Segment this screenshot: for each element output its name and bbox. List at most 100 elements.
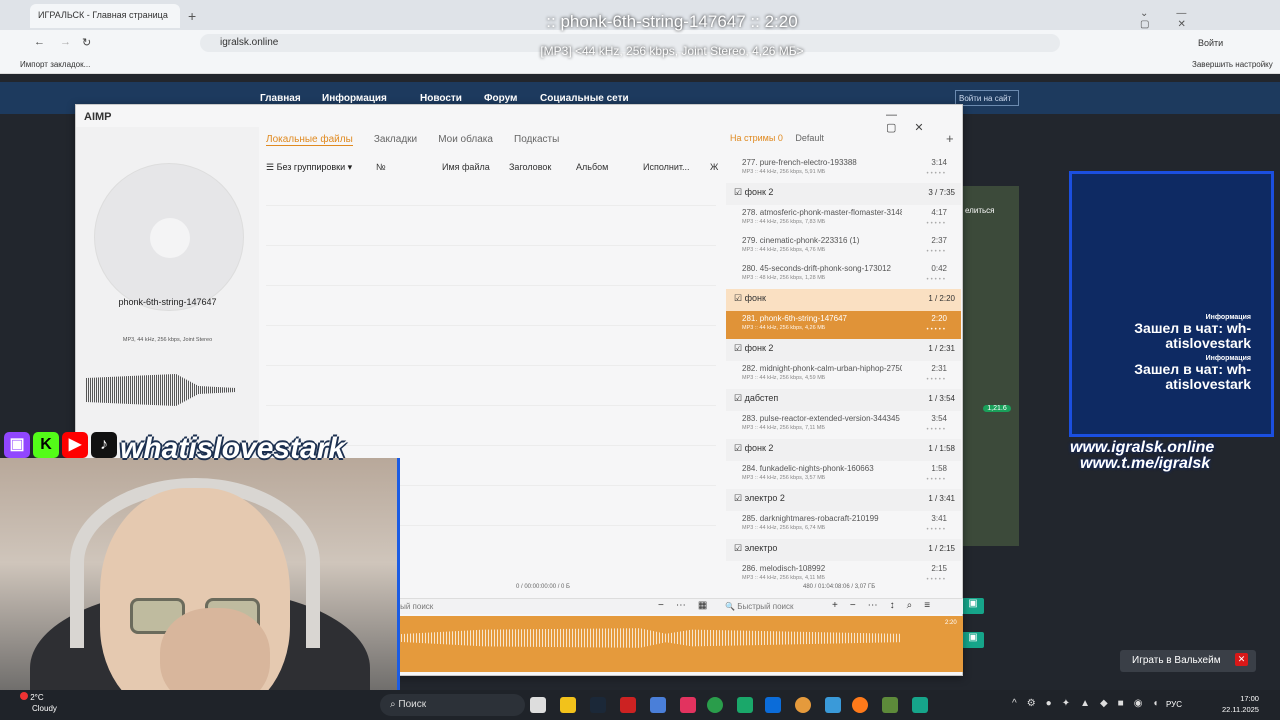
track-meta: MP3 :: 48 kHz, 256 kbps, 1,28 МБ bbox=[742, 275, 826, 281]
playlist-track[interactable]: 281. phonk-6th-string-147647 MP3 :: 44 kH… bbox=[726, 311, 961, 339]
import-bookmarks[interactable]: Импорт закладок... bbox=[20, 60, 90, 69]
back-icon[interactable]: ← bbox=[34, 36, 45, 48]
rating-stars[interactable]: ••••• bbox=[926, 477, 947, 483]
tab-streams[interactable]: На стримы 0 bbox=[730, 133, 783, 143]
checkbox-icon[interactable]: ☑ bbox=[734, 543, 742, 553]
promo-telegram: www.t.me/igralsk bbox=[1080, 455, 1211, 472]
status-left: 0 / 00:00:00:00 / 0 Б bbox=[516, 584, 570, 590]
firefox-icon[interactable] bbox=[852, 697, 868, 713]
playlist-track[interactable]: 283. pulse-reactor-extended-version-3443… bbox=[726, 411, 961, 439]
browser-tab[interactable]: ИГРАЛЬСК - Главная страница bbox=[30, 4, 180, 28]
app-icon[interactable] bbox=[680, 697, 696, 713]
col-title[interactable]: Заголовок bbox=[509, 162, 551, 172]
col-number[interactable]: № bbox=[376, 162, 386, 172]
finish-setup[interactable]: Завершить настройку bbox=[1192, 60, 1273, 69]
track-title: 279. cinematic-phonk-223316 (1) bbox=[742, 236, 860, 245]
rating-stars[interactable]: ••••• bbox=[926, 171, 947, 177]
playlist-group[interactable]: ☑ дабстеп 1 / 3:54 bbox=[726, 389, 961, 411]
minecraft-icon[interactable] bbox=[882, 697, 898, 713]
playlist-track[interactable]: 277. pure-french-electro-193388 MP3 :: 44… bbox=[726, 155, 961, 183]
app-icon[interactable] bbox=[650, 697, 666, 713]
rating-stars[interactable]: ••••• bbox=[926, 427, 947, 433]
player-bar[interactable]: 2:20 bbox=[380, 616, 963, 672]
store-icon[interactable] bbox=[765, 697, 781, 713]
playlist-track[interactable]: 279. cinematic-phonk-223316 (1) MP3 :: 44… bbox=[726, 233, 961, 261]
side-button[interactable]: ▣ bbox=[962, 632, 984, 648]
playlist-track[interactable]: 280. 45-seconds-drift-phonk-song-173012 M… bbox=[726, 261, 961, 289]
explorer-icon[interactable] bbox=[560, 697, 576, 713]
playlist-group[interactable]: ☑ фонк 2 1 / 2:31 bbox=[726, 339, 961, 361]
app-icon[interactable] bbox=[825, 697, 841, 713]
quick-search-right[interactable]: 🔍 Быстрый поиск bbox=[725, 602, 794, 611]
playlist-group[interactable]: ☑ электро 1 / 2:15 bbox=[726, 539, 961, 561]
rating-stars[interactable]: ••••• bbox=[926, 327, 947, 333]
app-icon[interactable] bbox=[620, 697, 636, 713]
playlist-group[interactable]: ☑ фонк 2 1 / 1:58 bbox=[726, 439, 961, 461]
track-title: 284. funkadelic-nights-phonk-160663 bbox=[742, 464, 874, 473]
add-playlist-icon[interactable]: + bbox=[946, 131, 954, 146]
waveform-seekbar[interactable] bbox=[380, 628, 900, 648]
group-info: 1 / 1:58 bbox=[928, 444, 955, 453]
forward-icon[interactable]: → bbox=[60, 36, 71, 48]
nav-social[interactable]: Социальные сети bbox=[540, 93, 629, 104]
checkbox-icon[interactable]: ☑ bbox=[734, 343, 742, 353]
aimp-icon[interactable] bbox=[795, 697, 811, 713]
taskview-icon[interactable] bbox=[530, 697, 546, 713]
clock[interactable]: 17:00 22.11.2025 bbox=[1222, 693, 1259, 715]
steam-icon[interactable] bbox=[590, 697, 606, 713]
app-icon[interactable] bbox=[737, 697, 753, 713]
playlist-track[interactable]: 282. midnight-phonk-calm-urban-hiphop-27… bbox=[726, 361, 961, 389]
window-controls[interactable]: ⌄—▢✕ bbox=[1140, 8, 1280, 30]
playlist-group[interactable]: ☑ электро 2 1 / 3:41 bbox=[726, 489, 961, 511]
rating-stars[interactable]: ••••• bbox=[926, 377, 947, 383]
playlist-group[interactable]: ☑ фонк 1 / 2:20 bbox=[726, 289, 961, 311]
checkbox-icon[interactable]: ☑ bbox=[734, 443, 742, 453]
tab-clouds[interactable]: Мои облака bbox=[438, 134, 493, 145]
rating-stars[interactable]: ••••• bbox=[926, 577, 947, 583]
track-title: 277. pure-french-electro-193388 bbox=[742, 158, 857, 167]
rating-stars[interactable]: ••••• bbox=[926, 249, 947, 255]
app-icon[interactable] bbox=[912, 697, 928, 713]
col-artist[interactable]: Исполнит... bbox=[643, 162, 690, 172]
chrome-icon[interactable] bbox=[707, 697, 723, 713]
rating-stars[interactable]: ••••• bbox=[926, 527, 947, 533]
side-button[interactable]: ▣ bbox=[962, 598, 984, 614]
track-duration: 1:58 bbox=[931, 464, 947, 473]
checkbox-icon[interactable]: ☑ bbox=[734, 393, 742, 403]
playlist-group[interactable]: ☑ фонк 2 3 / 7:35 bbox=[726, 183, 961, 205]
checkbox-icon[interactable]: ☑ bbox=[734, 187, 742, 197]
reload-icon[interactable]: ↻ bbox=[82, 36, 91, 49]
playlist-track[interactable]: 285. darknightmares-robacraft-210199 MP3 … bbox=[726, 511, 961, 539]
tab-podcasts[interactable]: Подкасты bbox=[514, 134, 559, 145]
playlist-tools[interactable]: +−⋯↕⌕≡ bbox=[832, 600, 942, 611]
group-name: фонк 2 bbox=[744, 343, 774, 353]
rating-stars[interactable]: ••••• bbox=[926, 277, 947, 283]
nav-info[interactable]: Информация bbox=[322, 93, 387, 104]
nav-forum[interactable]: Форум bbox=[484, 93, 517, 104]
grouping-select[interactable]: ☰ Без группировки ▾ bbox=[266, 162, 352, 173]
checkbox-icon[interactable]: ☑ bbox=[734, 293, 742, 303]
col-genre[interactable]: Ж bbox=[710, 162, 718, 172]
tray-icons[interactable]: ^⚙●✦▲◆■◉◖ bbox=[1012, 698, 1168, 709]
taskbar-search[interactable]: ⌕ Поиск bbox=[380, 694, 525, 716]
twitch-icon: ▣ bbox=[4, 432, 30, 458]
checkbox-icon[interactable]: ☑ bbox=[734, 493, 742, 503]
playlist-controls[interactable]: −⋯▦ bbox=[658, 600, 719, 611]
login-button[interactable]: Войти на сайт bbox=[955, 90, 1019, 106]
close-icon[interactable]: ✕ bbox=[1235, 653, 1248, 666]
profile-button[interactable]: Войти bbox=[1198, 38, 1223, 48]
weather-widget[interactable]: 2°C Cloudy bbox=[20, 692, 57, 714]
nav-news[interactable]: Новости bbox=[420, 93, 462, 104]
tab-default[interactable]: Default bbox=[795, 133, 824, 143]
col-filename[interactable]: Имя файла bbox=[442, 162, 490, 172]
playlist-track[interactable]: 284. funkadelic-nights-phonk-160663 MP3 :… bbox=[726, 461, 961, 489]
nav-home[interactable]: Главная bbox=[260, 93, 301, 104]
new-tab-icon[interactable]: + bbox=[188, 8, 196, 24]
language[interactable]: РУС bbox=[1166, 700, 1182, 709]
track-duration: 3:41 bbox=[931, 514, 947, 523]
tab-local[interactable]: Локальные файлы bbox=[266, 134, 353, 146]
rating-stars[interactable]: ••••• bbox=[926, 221, 947, 227]
col-album[interactable]: Альбом bbox=[576, 162, 608, 172]
tab-bookmarks[interactable]: Закладки bbox=[374, 134, 417, 145]
playlist-track[interactable]: 278. atmosferic-phonk-master-flomaster-3… bbox=[726, 205, 961, 233]
